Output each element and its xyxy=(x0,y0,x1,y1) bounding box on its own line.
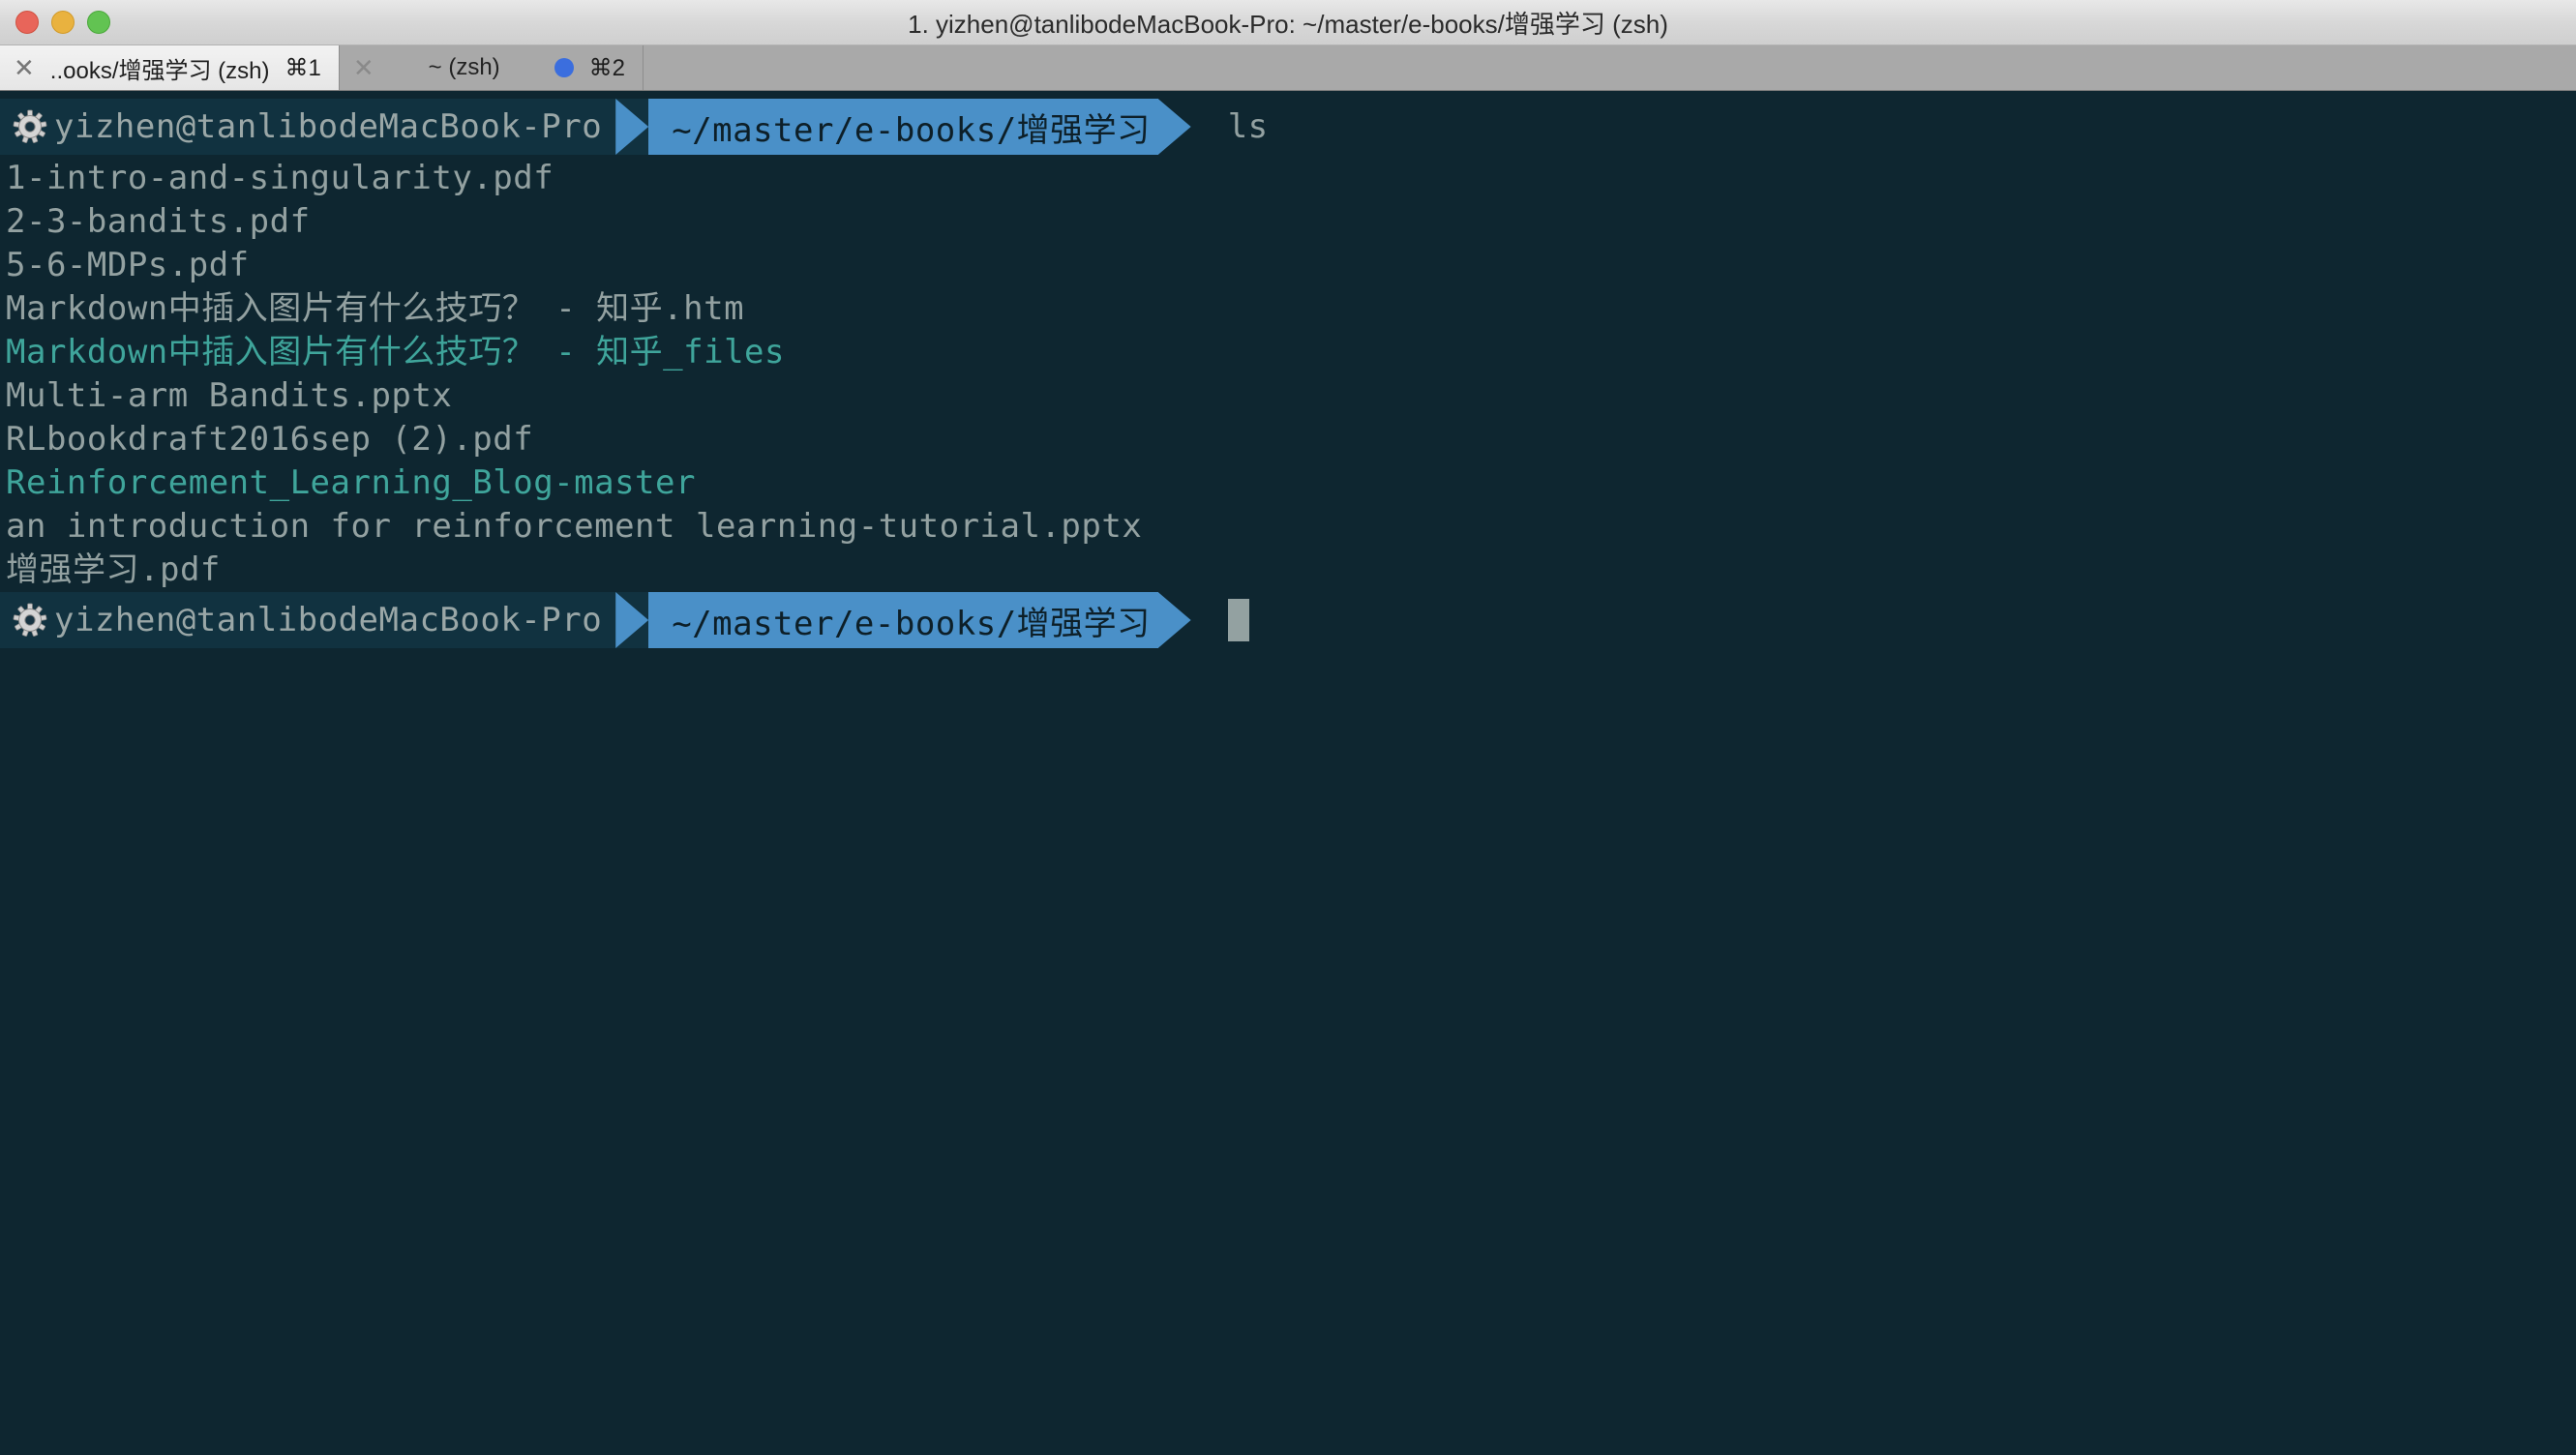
prompt-command-input[interactable]: ls xyxy=(1191,99,1269,155)
tab-bar: ✕ ..ooks/增强学习 (zsh) ⌘1 ✕ ~ (zsh) ⌘2 xyxy=(0,45,2576,91)
prompt-separator-icon xyxy=(615,99,649,155)
tab-1-shortcut: ⌘2 xyxy=(588,54,626,81)
output-line: Multi-arm Bandits.pptx xyxy=(6,376,453,415)
text-cursor[interactable] xyxy=(1227,599,1249,641)
output-line: an introduction for reinforcement learni… xyxy=(6,507,1143,546)
prompt-user-host: yizhen@tanlibodeMacBook-Pro xyxy=(54,107,603,146)
tab-0[interactable]: ✕ ..ooks/增强学习 (zsh) ⌘1 xyxy=(0,45,340,90)
output-line: 2-3-bandits.pdf xyxy=(6,202,311,241)
terminal-window: 1. yizhen@tanlibodeMacBook-Pro: ~/master… xyxy=(0,0,2576,1455)
window-titlebar: 1. yizhen@tanlibodeMacBook-Pro: ~/master… xyxy=(0,0,2576,45)
tab-bar-filler xyxy=(644,45,2576,90)
close-window-button[interactable] xyxy=(15,11,39,34)
tab-activity-dot-icon xyxy=(554,58,574,77)
prompt-path-segment: ~/master/e-books/增强学习 xyxy=(648,99,1158,155)
prompt-user-segment: yizhen@tanlibodeMacBook-Pro xyxy=(0,592,616,648)
maximize-window-button[interactable] xyxy=(87,11,110,34)
tab-close-icon[interactable]: ✕ xyxy=(353,55,374,80)
window-title: 1. yizhen@tanlibodeMacBook-Pro: ~/master… xyxy=(908,9,1668,39)
output-line-directory: Reinforcement_Learning_Blog-master xyxy=(6,463,696,502)
output-line: 1-intro-and-singularity.pdf xyxy=(6,159,554,197)
output-line: 5-6-MDPs.pdf xyxy=(6,246,250,284)
tab-0-title: ..ooks/增强学习 (zsh) xyxy=(49,57,270,84)
tab-1[interactable]: ✕ ~ (zsh) ⌘2 xyxy=(339,45,644,90)
output-line: 增强学习.pdf xyxy=(6,550,221,589)
prompt-path-segment: ~/master/e-books/增强学习 xyxy=(648,592,1158,648)
gear-icon xyxy=(12,602,48,638)
prompt-user-segment: yizhen@tanlibodeMacBook-Pro xyxy=(0,99,616,155)
prompt-separator-end-icon xyxy=(1158,99,1191,155)
output-line: RLbookdraft2016sep (2).pdf xyxy=(6,420,534,459)
tab-0-shortcut: ⌘1 xyxy=(285,54,321,81)
tab-close-icon[interactable]: ✕ xyxy=(14,55,35,80)
tab-1-title: ~ (zsh) xyxy=(428,54,500,80)
prompt-user-host: yizhen@tanlibodeMacBook-Pro xyxy=(54,601,603,639)
prompt-separator-end-icon xyxy=(1158,592,1191,648)
prompt-line-bottom: yizhen@tanlibodeMacBook-Pro ~/master/e-b… xyxy=(0,592,2576,648)
prompt-line-top: yizhen@tanlibodeMacBook-Pro ~/master/e-b… xyxy=(0,99,2576,155)
output-line: Markdown中插入图片有什么技巧？ - 知乎.htm xyxy=(6,289,745,328)
terminal-screen[interactable]: yizhen@tanlibodeMacBook-Pro ~/master/e-b… xyxy=(0,91,2576,1455)
prompt-path-text: ~/master/e-books/增强学习 xyxy=(672,604,1151,643)
minimize-window-button[interactable] xyxy=(51,11,75,34)
gear-icon xyxy=(12,108,48,145)
output-line-directory: Markdown中插入图片有什么技巧？ - 知乎_files xyxy=(6,333,785,371)
traffic-lights xyxy=(15,0,110,45)
prompt-path-text: ~/master/e-books/增强学习 xyxy=(672,110,1151,150)
prompt-separator-icon xyxy=(615,592,649,648)
